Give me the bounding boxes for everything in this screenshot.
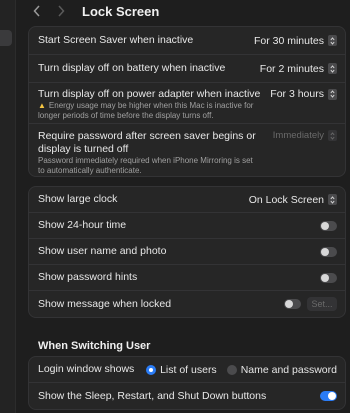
login-window-label: Login window shows — [38, 363, 135, 375]
screen-saver-popup[interactable]: For 30 minutes — [254, 35, 337, 47]
display-battery-row: Turn display off on battery when inactiv… — [29, 55, 345, 83]
page-title: Lock Screen — [82, 3, 160, 19]
message-locked-label: Show message when locked — [38, 297, 172, 310]
switching-user-card: Login window shows List of users Name an… — [28, 356, 346, 410]
display-battery-label: Turn display off on battery when inactiv… — [38, 62, 226, 74]
toggle-knob — [328, 392, 336, 400]
chevron-updown-icon — [328, 35, 337, 46]
back-button[interactable] — [30, 3, 44, 19]
sidebar — [0, 0, 16, 413]
message-locked-toggle[interactable] — [284, 299, 301, 309]
clock-24h-label: Show 24-hour time — [38, 219, 127, 231]
when-switching-user-header: When Switching User — [38, 340, 151, 352]
password-hints-label: Show password hints — [38, 271, 138, 283]
chevron-left-icon — [33, 5, 40, 17]
radio-name-and-password-label: Name and password — [240, 363, 337, 376]
toggle-knob — [321, 247, 329, 256]
screen-saver-row: Start Screen Saver when inactive For 30 … — [29, 27, 345, 55]
password-hints-row: Show password hints — [29, 265, 345, 291]
screen-saver-value: For 30 minutes — [253, 34, 324, 47]
toggle-knob — [285, 300, 293, 308]
screen-saver-label: Start Screen Saver when inactive — [38, 34, 194, 46]
display-power-warning-line2: longer periods of time before the displa… — [38, 111, 214, 120]
clock-24h-toggle[interactable] — [320, 220, 337, 231]
user-name-photo-label: Show user name and photo — [38, 245, 167, 257]
warning-icon: ▲ — [38, 101, 46, 110]
require-password-value: Immediately — [272, 130, 324, 141]
radio-button — [226, 364, 237, 375]
user-name-photo-row: Show user name and photo — [29, 239, 345, 265]
security-settings-card: Start Screen Saver when inactive For 30 … — [28, 26, 346, 177]
large-clock-popup[interactable]: On Lock Screen — [249, 194, 337, 206]
require-password-note-line2: to automatically authenticate. — [38, 166, 142, 175]
toolbar: Lock Screen — [16, 0, 350, 22]
chevron-updown-icon — [328, 194, 337, 205]
require-password-popup[interactable]: Immediately — [273, 130, 337, 141]
require-password-label: Require password after screen saver begi… — [38, 130, 256, 142]
forward-button[interactable] — [54, 3, 68, 19]
radio-button — [146, 364, 157, 375]
chevron-updown-icon — [328, 130, 337, 141]
display-power-popup[interactable]: For 3 hours — [270, 88, 337, 100]
display-battery-popup[interactable]: For 2 minutes — [260, 63, 337, 75]
radio-list-of-users-label: List of users — [160, 363, 217, 376]
set-message-button[interactable]: Set... — [307, 297, 337, 311]
clock-24h-row: Show 24-hour time — [29, 213, 345, 239]
chevron-updown-icon — [328, 88, 337, 100]
user-name-photo-toggle[interactable] — [320, 246, 337, 257]
display-power-value: For 3 hours — [270, 88, 324, 100]
require-password-row: Require password after screen saver begi… — [29, 124, 345, 176]
require-password-note: Password immediately required when iPhon… — [38, 156, 253, 165]
login-window-row: Login window shows List of users Name an… — [29, 357, 345, 383]
large-clock-row: Show large clock On Lock Screen — [29, 187, 345, 213]
large-clock-label: Show large clock — [38, 193, 118, 205]
display-battery-value: For 2 minutes — [259, 62, 324, 75]
display-options-card: Show large clock On Lock Screen Show 24-… — [28, 186, 346, 318]
display-power-label: Turn display off on power adapter when i… — [38, 88, 261, 100]
sidebar-selected-item[interactable] — [0, 30, 12, 46]
radio-list-of-users[interactable]: List of users — [146, 364, 217, 376]
chevron-updown-icon — [328, 63, 337, 74]
login-window-radio-group: List of users Name and password — [146, 364, 337, 376]
radio-name-and-password[interactable]: Name and password — [226, 363, 337, 376]
sleep-restart-toggle[interactable] — [320, 391, 337, 401]
sleep-restart-label: Show the Sleep, Restart, and Shut Down b… — [38, 389, 267, 402]
message-locked-controls: Set... — [284, 297, 337, 311]
toggle-knob — [321, 221, 329, 230]
toggle-knob — [321, 273, 329, 282]
display-power-row: Turn display off on power adapter when i… — [29, 83, 345, 124]
require-password-label-line2: display is turned off — [38, 143, 129, 155]
display-power-warning: ▲ Energy usage may be higher when this Ma… — [38, 101, 254, 110]
password-hints-toggle[interactable] — [320, 272, 337, 283]
sleep-restart-row: Show the Sleep, Restart, and Shut Down b… — [29, 383, 345, 409]
chevron-right-icon — [58, 5, 65, 17]
large-clock-value: On Lock Screen — [248, 193, 324, 206]
message-locked-row: Show message when locked Set... — [29, 291, 345, 317]
